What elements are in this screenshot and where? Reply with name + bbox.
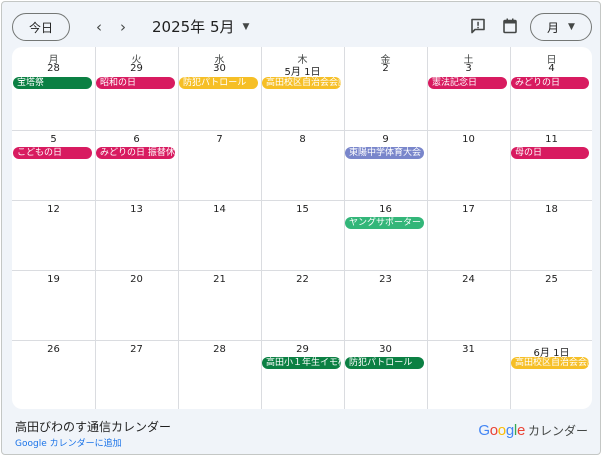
day-number[interactable]: 28 (178, 344, 261, 355)
day-number[interactable]: 27 (95, 344, 178, 355)
day-number[interactable]: 18 (510, 204, 592, 215)
day-number[interactable]: 30 (344, 344, 427, 355)
event-chip[interactable]: 防犯パトロール (179, 77, 258, 89)
day-number[interactable]: 11 (510, 134, 592, 145)
day-number[interactable]: 16 (344, 204, 427, 215)
day-number[interactable]: 26 (12, 344, 95, 355)
day-number[interactable]: 12 (12, 204, 95, 215)
event-chip[interactable]: 昭和の日 (96, 77, 175, 89)
google-logo-letter: o (489, 422, 498, 439)
event-chip[interactable]: みどりの日 (511, 77, 589, 89)
google-logo-letter: e (516, 422, 525, 439)
day-number[interactable]: 6 (95, 134, 178, 145)
brand-suffix: カレンダー (527, 424, 588, 438)
day-number[interactable]: 7 (178, 134, 261, 145)
day-number[interactable]: 4 (510, 63, 592, 74)
chevron-left-icon[interactable]: ‹ (88, 15, 110, 39)
day-number[interactable]: 31 (427, 344, 510, 355)
day-number[interactable]: 15 (261, 204, 344, 215)
day-number[interactable]: 5 (12, 134, 95, 145)
event-chip[interactable]: 東陽中学体育大会 (345, 147, 424, 159)
day-number[interactable]: 14 (178, 204, 261, 215)
day-number[interactable]: 29 (261, 344, 344, 355)
day-number[interactable]: 24 (427, 274, 510, 285)
calendar-icon[interactable] (501, 17, 519, 35)
day-number[interactable]: 9 (344, 134, 427, 145)
day-number[interactable]: 30 (178, 63, 261, 74)
event-chip[interactable]: 宝塔祭 (13, 77, 92, 89)
today-button[interactable]: 今日 (12, 13, 70, 41)
calendar-name: 高田びわのす通信カレンダー (15, 420, 172, 434)
event-chip[interactable]: 憲法記念日 (428, 77, 507, 89)
event-chip[interactable]: こどもの日 (13, 147, 92, 159)
day-number[interactable]: 8 (261, 134, 344, 145)
event-chip[interactable]: 防犯パトロール (345, 357, 424, 369)
caret-down-icon: ▼ (242, 21, 250, 32)
day-number[interactable]: 2 (344, 63, 427, 74)
day-number[interactable]: 5月 1日 (261, 63, 344, 78)
day-number[interactable]: 25 (510, 274, 592, 285)
grid-row-divider (12, 130, 592, 131)
day-number[interactable]: 22 (261, 274, 344, 285)
day-number[interactable]: 17 (427, 204, 510, 215)
day-number[interactable]: 13 (95, 204, 178, 215)
google-logo: Google (478, 422, 525, 439)
month-title: 2025年 5月 (152, 18, 235, 36)
chevron-right-icon[interactable]: › (112, 15, 134, 39)
toolbar: 今日 ‹ › 2025年 5月 ▼ 月 ▼ (2, 2, 600, 48)
day-number[interactable]: 21 (178, 274, 261, 285)
day-number[interactable]: 29 (95, 63, 178, 74)
month-grid: 月火水木金土日 28 29 30 5月 1日 2 3 4 5 6 7 8 9 10 11 12 13 14 15 16… (12, 47, 592, 409)
event-chip[interactable]: 高田校区自治会会議 (262, 77, 341, 89)
feedback-icon[interactable] (469, 17, 487, 35)
add-to-google-calendar-link[interactable]: Google カレンダーに追加 (15, 436, 122, 449)
view-selector-button[interactable]: 月 ▼ (530, 13, 592, 41)
caret-down-icon: ▼ (568, 22, 575, 32)
event-chip[interactable]: みどりの日 振替休日 (96, 147, 175, 159)
month-picker[interactable]: 2025年 5月 ▼ (152, 16, 249, 37)
view-label: 月 (547, 20, 560, 35)
day-number[interactable]: 23 (344, 274, 427, 285)
google-logo-letter: G (478, 422, 490, 439)
day-number[interactable]: 3 (427, 63, 510, 74)
day-number[interactable]: 19 (12, 274, 95, 285)
google-logo-letter: o (497, 422, 506, 439)
event-chip[interactable]: 母の日 (511, 147, 589, 159)
event-chip[interactable]: ヤングサポーター (345, 217, 424, 229)
day-number[interactable]: 20 (95, 274, 178, 285)
calendar-embed: 今日 ‹ › 2025年 5月 ▼ 月 ▼ 月火水木金土日 28 29 30 5月 1日… (1, 1, 601, 455)
grid-row-divider (12, 340, 592, 341)
day-number[interactable]: 28 (12, 63, 95, 74)
grid-row-divider (12, 200, 592, 201)
event-chip[interactable]: 高田小１年生イモ植え (262, 357, 341, 369)
grid-row-divider (12, 270, 592, 271)
day-number[interactable]: 10 (427, 134, 510, 145)
event-chip[interactable]: 高田校区自治会会議 (511, 357, 589, 369)
google-logo-letter: g (505, 422, 514, 439)
google-calendar-brand[interactable]: Google カレンダー (478, 422, 588, 439)
